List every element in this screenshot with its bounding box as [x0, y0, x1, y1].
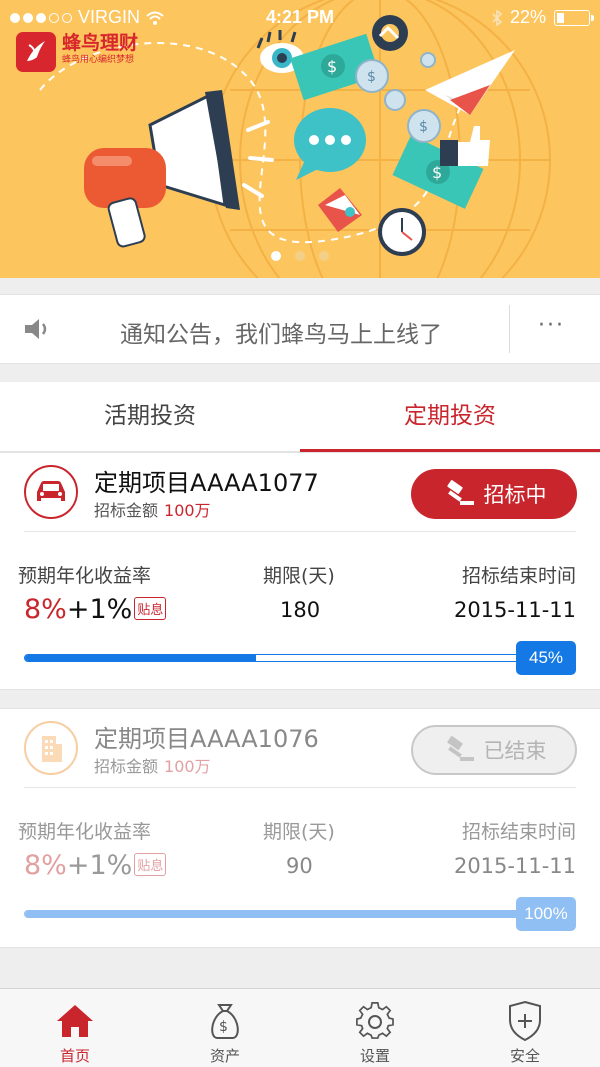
subsidy-tag: 贴息 [134, 853, 167, 876]
bid-amount-label: 招标金额 [94, 501, 159, 520]
gear-icon [356, 1002, 394, 1039]
rate-base: 8% [24, 850, 67, 881]
building-icon [24, 721, 78, 775]
nav-settings[interactable]: 设置 [300, 989, 450, 1067]
card-divider [24, 531, 576, 532]
banner-pager[interactable] [0, 251, 600, 261]
notice-bar[interactable]: 通知公告，我们蜂鸟马上上线了 ··· [0, 294, 600, 364]
term-label: 期限(天) [263, 821, 335, 843]
bid-amount: 招标金额 100万 [94, 497, 211, 521]
status-bar: VIRGIN 4:21 PM 22% [0, 0, 600, 34]
clock-icon [378, 208, 426, 256]
annual-rate: 8%+1% 贴息 [24, 594, 167, 625]
status-label: 已结束 [483, 739, 547, 763]
nav-label: 安全 [509, 1047, 540, 1065]
more-button[interactable]: ··· [538, 313, 565, 338]
notice-divider [509, 305, 510, 353]
progress-percent: 45% [516, 641, 576, 675]
nav-label: 资产 [209, 1047, 240, 1065]
svg-text:$: $ [419, 119, 428, 135]
svg-text:$: $ [367, 69, 376, 85]
brand-name: 蜂鸟理财 [62, 32, 139, 54]
notice-text[interactable]: 通知公告，我们蜂鸟马上上线了 [120, 315, 442, 349]
hummingbird-logo-icon [16, 32, 56, 72]
term-days: 180 [280, 598, 321, 622]
investment-tabs: 活期投资 定期投资 [0, 382, 600, 452]
brand-logo: 蜂鸟理财 蜂鸟用心编织梦想 [16, 32, 138, 72]
nav-label: 设置 [359, 1047, 390, 1065]
battery-icon [554, 9, 594, 26]
funding-progress-bar: 45% [24, 641, 576, 675]
battery-percent: 22% [509, 7, 546, 27]
term-days: 90 [286, 854, 313, 878]
pager-dot[interactable] [271, 251, 281, 261]
project-card[interactable]: 定期项目AAAA1076 招标金额 100万 已结束 预期年化收益率 期限(天) … [0, 708, 600, 948]
paper-plane-icon [425, 50, 515, 115]
promo-banner[interactable]: $ $ $ $ VIRGIN 4:21 PM 22% 蜂鸟理财 蜂鸟用心编织梦想 [0, 0, 600, 278]
end-date: 2015-11-11 [453, 598, 576, 622]
rate-label: 预期年化收益率 [18, 821, 152, 843]
progress-percent: 100% [516, 897, 576, 931]
bid-amount-value: 100万 [164, 501, 211, 520]
money-bag-icon: $ [211, 1004, 239, 1039]
speaker-icon [25, 319, 47, 339]
nav-label: 首页 [59, 1047, 90, 1065]
status-label: 招标中 [483, 483, 547, 507]
car-icon [24, 465, 78, 519]
annual-rate: 8%+1% 贴息 [24, 850, 167, 881]
card-divider [24, 787, 576, 788]
rate-label: 预期年化收益率 [18, 565, 152, 587]
pager-dot[interactable] [319, 251, 329, 261]
svg-text:$: $ [327, 57, 337, 76]
rate-base: 8% [24, 594, 67, 625]
nav-assets[interactable]: $ 资产 [150, 989, 300, 1067]
gavel-icon [446, 480, 474, 505]
bid-amount: 招标金额 100万 [94, 753, 211, 777]
progress-fill [25, 655, 257, 661]
thumbs-up-icon [440, 126, 490, 166]
funding-progress-bar: 100% [24, 897, 576, 931]
brand-slogan: 蜂鸟用心编织梦想 [62, 55, 135, 65]
end-time-label: 招标结束时间 [461, 565, 576, 587]
end-time-label: 招标结束时间 [461, 821, 576, 843]
nav-security[interactable]: 安全 [450, 989, 600, 1067]
bid-amount-label: 招标金额 [94, 757, 159, 776]
rate-extra: +1% [66, 594, 133, 625]
end-date: 2015-11-11 [453, 854, 576, 878]
rate-extra: +1% [66, 850, 133, 881]
project-name: 定期项目AAAA1077 [94, 469, 319, 497]
gavel-icon [446, 736, 474, 761]
term-label: 期限(天) [263, 565, 335, 587]
chat-bubble-icon [294, 108, 366, 180]
bidding-status-button[interactable]: 招标中 [411, 469, 577, 519]
subsidy-tag: 贴息 [134, 597, 167, 620]
project-name: 定期项目AAAA1076 [94, 725, 319, 753]
svg-text:$: $ [219, 1019, 228, 1035]
tab-fixed-investment[interactable]: 定期投资 [300, 382, 600, 452]
shield-icon [509, 1000, 541, 1042]
bluetooth-icon [492, 9, 502, 26]
bottom-navigation: 首页 $ 资产 设置 安全 [0, 988, 600, 1067]
bid-amount-value: 100万 [164, 757, 211, 776]
envelope-icon [318, 188, 362, 232]
tab-current-investment[interactable]: 活期投资 [0, 382, 300, 451]
project-card[interactable]: 定期项目AAAA1077 招标金额 100万 招标中 预期年化收益率 期限(天) … [0, 452, 600, 690]
pager-dot[interactable] [295, 251, 305, 261]
nav-home[interactable]: 首页 [0, 989, 150, 1067]
home-icon [57, 1005, 93, 1037]
bidding-status-button[interactable]: 已结束 [411, 725, 577, 775]
megaphone-icon [84, 90, 274, 248]
progress-fill [25, 911, 539, 917]
